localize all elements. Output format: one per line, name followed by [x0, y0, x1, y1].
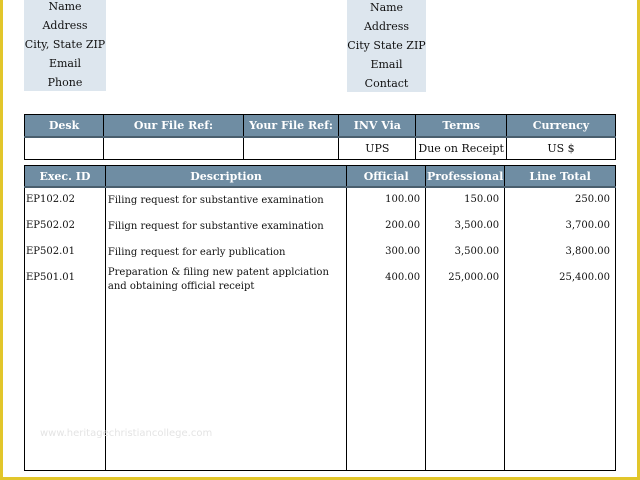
recipient-email: Email — [370, 58, 403, 71]
header-inv-via: INV Via — [338, 114, 417, 138]
table-row: EP502.02 Filign request for substantive … — [24, 214, 616, 240]
exec-id[interactable]: EP501.01 — [26, 266, 103, 283]
sender-email: Email — [48, 57, 82, 70]
line-total[interactable]: 25,400.00 — [507, 266, 610, 283]
table-row: EP102.02 Filing request for substantive … — [24, 187, 616, 214]
official-amount[interactable]: 100.00 — [349, 188, 420, 205]
header-currency: Currency — [505, 114, 617, 138]
info-value-row: UPS Due on Receipt US $ — [23, 136, 617, 160]
description[interactable]: Filing request for substantive examinati… — [108, 188, 344, 208]
sender-city-state-zip: City, State ZIP — [24, 38, 106, 51]
description[interactable]: Filing request for early publication — [108, 240, 344, 260]
line-total[interactable]: 3,700.00 — [507, 214, 610, 231]
professional-amount[interactable]: 25,000.00 — [428, 266, 499, 283]
line-total[interactable]: 3,800.00 — [507, 240, 610, 257]
recipient-city-state-zip: City State ZIP — [347, 39, 426, 52]
table-row: EP502.01 Filing request for early public… — [24, 240, 616, 266]
header-exec-id: Exec. ID — [24, 165, 106, 188]
info-header-row: Desk Our File Ref: Your File Ref: INV Vi… — [23, 114, 617, 138]
empty-row-area — [24, 294, 616, 471]
watermark-text: www.heritagechristiancollege.com — [40, 428, 213, 439]
line-total[interactable]: 250.00 — [507, 188, 610, 205]
exec-id[interactable]: EP102.02 — [26, 188, 103, 205]
description[interactable]: Preparation & filing new patent applciat… — [108, 266, 344, 294]
official-amount[interactable]: 400.00 — [349, 266, 420, 283]
recipient-name: Name — [369, 1, 404, 14]
header-terms: Terms — [415, 114, 507, 138]
official-amount[interactable]: 200.00 — [349, 214, 420, 231]
value-currency[interactable]: US $ — [505, 136, 617, 160]
value-your-file-ref[interactable] — [242, 136, 340, 160]
header-line-total: Line Total — [504, 165, 616, 188]
sender-address-block: Name Address City, State ZIP Email Phone — [24, 0, 106, 91]
recipient-address-block: Name Address City State ZIP Email Contac… — [347, 0, 426, 92]
exec-id[interactable]: EP502.01 — [26, 240, 103, 257]
sender-address: Address — [42, 19, 88, 32]
value-inv-via[interactable]: UPS — [338, 136, 417, 160]
recipient-contact: Contact — [364, 77, 409, 90]
sender-phone: Phone — [47, 76, 83, 89]
items-header-row: Exec. ID Description Official Profession… — [24, 165, 616, 188]
header-desk: Desk — [23, 114, 105, 138]
header-your-file-ref: Your File Ref: — [242, 114, 340, 138]
exec-id[interactable]: EP502.02 — [26, 214, 103, 231]
professional-amount[interactable]: 150.00 — [428, 188, 499, 205]
official-amount[interactable]: 300.00 — [349, 240, 420, 257]
value-terms[interactable]: Due on Receipt — [415, 136, 507, 160]
recipient-address: Address — [363, 20, 410, 33]
value-desk[interactable] — [23, 136, 105, 160]
sender-name: Name — [48, 0, 82, 13]
header-professional: Professional — [425, 165, 506, 188]
header-official: Official — [346, 165, 427, 188]
description[interactable]: Filign request for substantive examinati… — [108, 214, 344, 234]
invoice-info-table: Desk Our File Ref: Your File Ref: INV Vi… — [23, 114, 617, 160]
professional-amount[interactable]: 3,500.00 — [428, 240, 500, 257]
value-our-file-ref[interactable] — [103, 136, 244, 160]
table-row: EP501.01 Preparation & filing new patent… — [24, 266, 616, 294]
line-items-table: Exec. ID Description Official Profession… — [24, 165, 616, 471]
header-description: Description — [104, 165, 348, 188]
header-our-file-ref: Our File Ref: — [103, 114, 244, 138]
professional-amount[interactable]: 3,500.00 — [428, 214, 500, 231]
